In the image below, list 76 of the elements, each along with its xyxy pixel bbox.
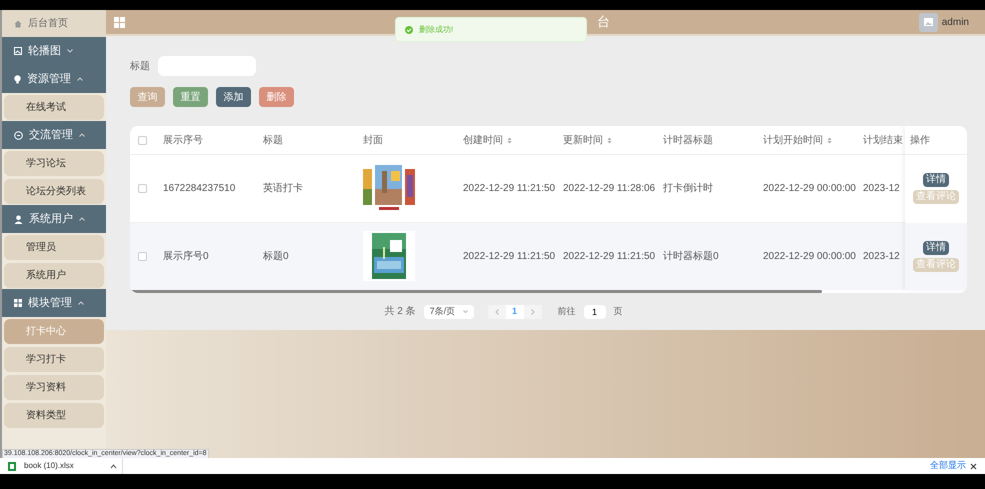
check-icon	[405, 26, 413, 34]
chevron-icon	[462, 310, 468, 313]
sort-icon[interactable]	[507, 136, 512, 144]
table-cell-text: 2022-12-29 00:00:00	[763, 182, 856, 196]
submenu-item[interactable]: 在线考试	[4, 94, 104, 120]
column-header[interactable]: 计时器标题	[663, 132, 713, 148]
page-size-select[interactable]: 7条/页	[424, 304, 474, 318]
chevron-left-icon	[494, 308, 499, 314]
table-cell-text: 计时器标题0	[663, 250, 719, 264]
grid-icon[interactable]	[114, 16, 125, 28]
table-cell-text: 2022-12-29 11:21:50	[463, 250, 556, 264]
goto-label: 前往	[558, 304, 576, 318]
total-count: 共 2 条	[384, 304, 416, 319]
add-button[interactable]: 添加	[216, 87, 251, 107]
table-cell-text: 英语打卡	[263, 182, 303, 196]
checkbox[interactable]	[138, 136, 147, 144]
submenu-item[interactable]: 学习资料	[4, 374, 104, 400]
column-header[interactable]: 计划开始时间	[763, 132, 823, 148]
grid-icon	[14, 299, 22, 307]
spreadsheet-icon	[8, 462, 16, 470]
checkbox[interactable]	[138, 252, 147, 261]
table-cell-text: 打卡倒计时	[663, 182, 713, 196]
submenu-item[interactable]: 学习打卡	[4, 346, 104, 372]
sort-icon[interactable]	[607, 136, 612, 144]
page-suffix: 页	[614, 304, 623, 318]
previous-page-button[interactable]	[488, 304, 506, 318]
column-header[interactable]: 标题	[263, 132, 283, 148]
close-icon[interactable]	[970, 462, 977, 470]
show-all-link[interactable]: 全部显示	[930, 459, 966, 473]
menu-group[interactable]: 资源管理	[2, 65, 106, 93]
column-header[interactable]: 计划结束	[863, 132, 903, 148]
sort-icon[interactable]	[827, 136, 832, 144]
table-cell-text: 2023-12	[863, 182, 900, 196]
user-name[interactable]: admin	[942, 14, 969, 30]
table-cell-text: 标题0	[263, 250, 289, 264]
column-header[interactable]: 更新时间	[563, 132, 603, 148]
menu-group[interactable]: 模块管理	[2, 289, 106, 317]
home-icon	[14, 20, 22, 28]
chevron-right-icon	[530, 308, 535, 314]
scrollbar[interactable]	[130, 290, 822, 293]
menu-item[interactable]: 后台首页	[2, 10, 106, 37]
table-cell-text: 2023-12	[863, 250, 900, 264]
submenu-item[interactable]: 管理员	[4, 234, 104, 260]
download-file[interactable]: book (10).xlsx	[24, 460, 74, 472]
menu-group[interactable]: 系统用户	[2, 205, 106, 233]
column-header: 操作	[910, 134, 930, 148]
submenu-item[interactable]: 系统用户	[4, 262, 104, 288]
search-label: 标题	[130, 60, 150, 74]
page-title: 台	[597, 13, 610, 32]
image-icon	[14, 47, 22, 55]
column-header[interactable]: 展示序号	[163, 132, 203, 148]
page-input[interactable]: 1	[584, 304, 606, 318]
table-cell-text: 1672284237510	[163, 182, 236, 196]
table-cell-text: 2022-12-29 11:21:50	[463, 182, 556, 196]
column-header[interactable]: 封面	[363, 132, 383, 148]
submenu-item[interactable]: 论坛分类列表	[4, 178, 104, 204]
avatar-icon[interactable]	[918, 12, 938, 32]
detail-button[interactable]: 详情	[923, 240, 949, 255]
menu-group[interactable]: 轮播图	[2, 37, 106, 65]
submenu-item[interactable]: 学习论坛	[4, 150, 104, 176]
bulb-icon	[14, 74, 21, 84]
detail-button[interactable]: 详情	[923, 173, 949, 188]
menu-group[interactable]: 交流管理	[2, 121, 106, 149]
table-cell-text: 2022-12-29 11:28:06	[563, 182, 656, 196]
submenu-item[interactable]: 资料类型	[4, 402, 104, 428]
next-page-button[interactable]	[524, 304, 542, 318]
toast-message: 删除成功!	[419, 24, 454, 36]
table-cell-text: 2022-12-29 11:21:50	[563, 250, 656, 264]
user-icon	[14, 214, 23, 224]
table-cell-text: 展示序号0	[163, 250, 209, 264]
caret-icon[interactable]	[110, 464, 117, 468]
menu-item-label: 后台首页	[28, 16, 68, 31]
column-header[interactable]: 创建时间	[463, 132, 503, 148]
table-cell-text: 2022-12-29 00:00:00	[763, 250, 856, 264]
chat-icon	[14, 130, 23, 140]
checkbox[interactable]	[138, 184, 147, 193]
